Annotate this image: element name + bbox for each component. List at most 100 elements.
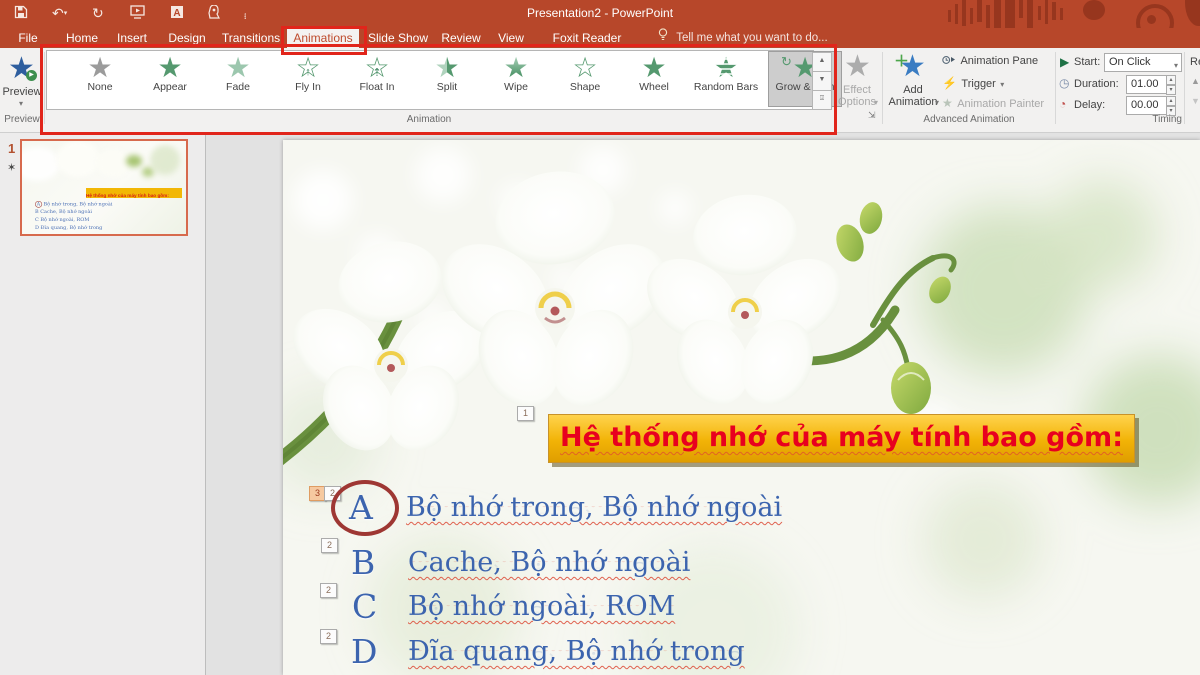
- duration-spinner[interactable]: ▴▾: [1166, 75, 1176, 95]
- preview-button[interactable]: Preview: [0, 86, 44, 98]
- animation-gallery: ★ None ★ Appear ★ Fade ☆ ↑ Fly In ☆ ⇡ Fl…: [46, 50, 814, 110]
- trigger-dropdown-arrow: ▾: [1000, 80, 1004, 89]
- answer-a-circle-annotation: [331, 480, 399, 536]
- gallery-item-fade[interactable]: ★ Fade: [206, 52, 270, 106]
- tab-view[interactable]: View: [492, 28, 530, 48]
- appear-animation-icon: ★: [138, 53, 202, 83]
- tab-file[interactable]: File: [10, 28, 46, 48]
- answer-text-c[interactable]: Bộ nhớ ngoài, ROM: [408, 591, 675, 622]
- content-area: 1 ✶ Hệ thống nhớ của máy tính bao gồm: A…: [0, 133, 1200, 675]
- answer-letter-c[interactable]: C: [352, 587, 377, 626]
- start-label: Start:: [1074, 56, 1100, 68]
- gallery-item-label: Wipe: [484, 81, 548, 93]
- trigger-button[interactable]: ⚡ Trigger ▾: [942, 74, 1054, 88]
- animation-pane-button[interactable]: Animation Pane: [942, 54, 1054, 68]
- gallery-scroll-up-button[interactable]: ▲: [812, 52, 832, 72]
- question-title-box[interactable]: Hệ thống nhớ của máy tính bao gồm:: [548, 414, 1135, 463]
- delay-spinner[interactable]: ▴▾: [1166, 96, 1176, 116]
- gallery-item-shape[interactable]: ☆ Shape: [553, 52, 617, 106]
- start-combobox[interactable]: On Click ▾: [1104, 53, 1182, 72]
- thumb-bud: [126, 155, 142, 167]
- add-animation-dropdown-arrow: ▾: [935, 98, 939, 107]
- fade-animation-icon: ★: [206, 53, 270, 83]
- up-arrow-icon: ⇡: [372, 66, 381, 79]
- thumb-answer-letter: C: [35, 217, 39, 223]
- tab-transitions[interactable]: Transitions: [220, 28, 282, 48]
- tab-animations[interactable]: Animations: [287, 28, 359, 48]
- tab-design[interactable]: Design: [164, 28, 210, 48]
- start-dropdown-arrow[interactable]: ▾: [1174, 58, 1178, 74]
- lightbulb-icon: [658, 32, 671, 44]
- gallery-item-appear[interactable]: ★ Appear: [138, 52, 202, 106]
- thumb-answer-text: Bộ nhớ trong, Bộ nhớ ngoài: [43, 202, 112, 208]
- gallery-item-none[interactable]: ★ None: [68, 52, 132, 106]
- tell-me-box[interactable]: Tell me what you want to do...: [658, 28, 828, 48]
- thumb-flower: [56, 141, 100, 177]
- turn-arrow-icon: ↻: [781, 54, 792, 70]
- tab-foxit-reader-pdf[interactable]: Foxit Reader PDF: [540, 28, 634, 48]
- answer-text-a[interactable]: Bộ nhớ trong, Bộ nhớ ngoài: [406, 492, 782, 523]
- animation-number-badge[interactable]: 2: [320, 629, 337, 644]
- effect-options-dropdown-arrow: ▾: [874, 98, 878, 107]
- animation-group-label: Animation: [46, 114, 812, 125]
- slide-thumbnail-panel: 1 ✶ Hệ thống nhớ của máy tính bao gồm: A…: [0, 133, 206, 675]
- effect-options-button[interactable]: ★ Effect Options ▾: [834, 48, 880, 132]
- tab-home[interactable]: Home: [60, 28, 104, 48]
- animation-number-badge[interactable]: 2: [320, 583, 337, 598]
- trigger-lightning-icon: ⚡: [942, 76, 957, 90]
- preview-dropdown-arrow[interactable]: ▾: [19, 99, 23, 108]
- tab-slide-show[interactable]: Slide Show: [367, 28, 429, 48]
- answer-letter-b[interactable]: B: [351, 543, 375, 582]
- gallery-more-button[interactable]: ⍗: [812, 90, 832, 110]
- ribbon-tab-row: File Home Insert Design Transitions Anim…: [0, 28, 1200, 48]
- thumb-flower: [96, 149, 130, 177]
- gallery-item-label: Appear: [138, 81, 202, 93]
- add-animation-button[interactable]: ★ ＋ Add Animation ▾: [886, 48, 940, 112]
- duration-label: Duration:: [1074, 78, 1119, 90]
- gallery-item-random-bars[interactable]: ★ Random Bars: [687, 52, 765, 106]
- gallery-item-split[interactable]: ★ Split: [415, 52, 479, 106]
- answer-text-d[interactable]: Đĩa quang, Bộ nhớ trong: [408, 636, 745, 667]
- random-bars-animation-icon: ★: [687, 53, 765, 83]
- thumb-answer-row: C Bộ nhớ ngoài, ROM: [35, 217, 89, 223]
- thumb-title-text: Hệ thống nhớ của máy tính bao gồm:: [86, 193, 169, 198]
- answer-letter-d[interactable]: D: [351, 632, 377, 671]
- question-title-text: Hệ thống nhớ của máy tính bao gồm:: [560, 422, 1123, 453]
- group-divider: [44, 52, 45, 124]
- animation-number-badge[interactable]: 1: [517, 406, 534, 421]
- gallery-item-fly-in[interactable]: ☆ ↑ Fly In: [276, 52, 340, 106]
- duration-spinbox[interactable]: 01.00: [1126, 75, 1170, 94]
- animation-number-badge[interactable]: 2: [321, 538, 338, 553]
- up-arrow-icon: ↑: [305, 66, 311, 78]
- thumb-answer-text: Đĩa quang, Bộ nhớ trong: [41, 225, 103, 231]
- reorder-label-partial: Re: [1190, 56, 1200, 68]
- thumb-answer-text: Bộ nhớ ngoài, ROM: [40, 217, 89, 223]
- slide-canvas[interactable]: 1 3 2 2 2 2 Hệ thống nhớ của máy tính ba…: [283, 140, 1200, 675]
- slide-1-thumbnail[interactable]: Hệ thống nhớ của máy tính bao gồm: A Bộ …: [20, 139, 188, 236]
- gallery-item-label: Random Bars: [687, 81, 765, 93]
- move-earlier-icon[interactable]: ▲: [1191, 76, 1200, 86]
- animation-painter-star-icon: ★: [942, 96, 953, 110]
- gallery-scrollbar: ▲ ▼ ⍗: [812, 50, 831, 108]
- gallery-scroll-down-button[interactable]: ▼: [812, 71, 832, 91]
- answer-text-b[interactable]: Cache, Bộ nhớ ngoài: [408, 547, 690, 578]
- gallery-item-float-in[interactable]: ☆ ⇡ Float In: [345, 52, 409, 106]
- timing-group: ▶ Start: On Click ▾ ◷ Duration: 01.00 ▴▾…: [1056, 48, 1182, 132]
- effect-options-star-icon: ★: [844, 52, 871, 82]
- delay-spinbox[interactable]: 00.00: [1126, 96, 1170, 115]
- move-later-icon[interactable]: ▼: [1191, 96, 1200, 106]
- slide-number: 1: [8, 141, 15, 156]
- effect-options-label-1: Effect: [834, 84, 880, 96]
- timing-group-label: Timing: [1056, 114, 1186, 125]
- delay-value: 00.00: [1131, 99, 1159, 111]
- tab-insert[interactable]: Insert: [110, 28, 154, 48]
- gallery-item-wipe[interactable]: ★ Wipe: [484, 52, 548, 106]
- animation-painter-button[interactable]: ★ Animation Painter: [942, 94, 1054, 108]
- add-animation-label-1: Add: [886, 84, 940, 96]
- none-animation-icon: ★: [68, 53, 132, 83]
- gallery-item-wheel[interactable]: ★ Wheel: [622, 52, 686, 106]
- tell-me-text: Tell me what you want to do...: [676, 32, 828, 44]
- trigger-label: Trigger: [961, 78, 995, 90]
- preview-group-label: Preview: [0, 114, 44, 125]
- tab-review[interactable]: Review: [438, 28, 484, 48]
